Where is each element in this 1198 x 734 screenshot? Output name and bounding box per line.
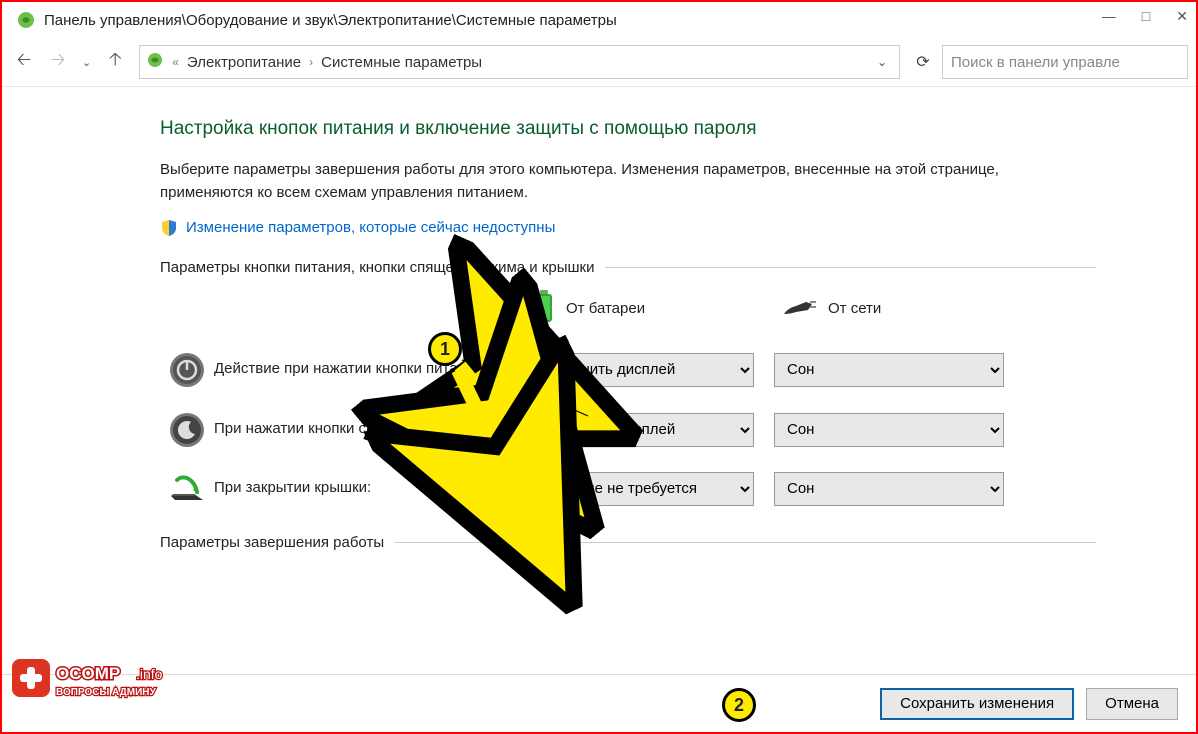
app-icon xyxy=(16,10,36,30)
sleep-plugged-select[interactable]: Сон xyxy=(774,413,1004,447)
close-button[interactable]: ✕ xyxy=(1176,8,1188,25)
col-header-battery: От батареи xyxy=(524,290,774,328)
power-button-icon xyxy=(160,352,214,388)
content-area: Настройка кнопок питания и включение защ… xyxy=(2,90,1196,674)
address-dropdown[interactable]: ⌄ xyxy=(877,55,893,69)
nav-divider xyxy=(2,86,1196,87)
lid-icon xyxy=(160,474,214,504)
address-bar[interactable]: « Электропитание › Системные параметры ⌄ xyxy=(139,45,900,79)
watermark: OCOMP .info ВОПРОСЫ АДМИНУ xyxy=(12,659,192,708)
plug-icon xyxy=(782,296,818,322)
search-placeholder: Поиск в панели управле xyxy=(951,54,1120,71)
svg-text:OCOMP: OCOMP xyxy=(56,664,120,683)
window-controls: — □ ✕ xyxy=(1102,8,1188,25)
page-title: Настройка кнопок питания и включение защ… xyxy=(160,118,1096,140)
svg-text:.info: .info xyxy=(136,666,163,682)
callout-1: 1 xyxy=(428,332,462,366)
row-lid-label: При закрытии крышки: xyxy=(214,478,524,498)
callout-2: 2 xyxy=(722,688,756,722)
nav-bar: 🡠 🡢 ⌄ 🡡 « Электропитание › Системные пар… xyxy=(2,38,1196,86)
col-header-plugged: От сети xyxy=(774,296,1024,322)
lid-plugged-select[interactable]: Сон xyxy=(774,472,1004,506)
maximize-button[interactable]: □ xyxy=(1142,8,1150,25)
shield-icon xyxy=(160,219,178,237)
power-battery-select[interactable]: Отключить дисплей xyxy=(524,353,754,387)
power-plugged-select[interactable]: Сон xyxy=(774,353,1004,387)
row-power-label: Действие при нажатии кнопки питания: xyxy=(214,359,524,379)
recent-dropdown[interactable]: ⌄ xyxy=(78,56,95,69)
change-unavailable-link[interactable]: Изменение параметров, которые сейчас нед… xyxy=(186,219,555,236)
breadcrumb-item-power[interactable]: Электропитание xyxy=(187,54,301,71)
app-icon-small xyxy=(146,51,164,73)
group-buttons-lid: Параметры кнопки питания, кнопки спящего… xyxy=(160,259,1096,276)
battery-icon xyxy=(532,290,556,328)
lid-battery-select[interactable]: Действие не требуется xyxy=(524,472,754,506)
settings-grid: От батареи От сети Действие при нажатии … xyxy=(160,290,1096,506)
group-shutdown: Параметры завершения работы xyxy=(160,534,1096,551)
forward-button[interactable]: 🡢 xyxy=(44,47,72,77)
breadcrumb-sep: › xyxy=(309,55,313,69)
window-title: Панель управления\Оборудование и звук\Эл… xyxy=(44,12,617,29)
back-button[interactable]: 🡠 xyxy=(10,47,38,77)
sleep-battery-select[interactable]: Отключить дисплей xyxy=(524,413,754,447)
sleep-button-icon xyxy=(160,412,214,448)
save-button[interactable]: Сохранить изменения xyxy=(880,688,1074,720)
breadcrumb-prefix: « xyxy=(172,55,179,69)
cancel-button[interactable]: Отмена xyxy=(1086,688,1178,720)
refresh-button[interactable]: ⟳ xyxy=(910,52,936,72)
up-button[interactable]: 🡡 xyxy=(101,47,129,77)
minimize-button[interactable]: — xyxy=(1102,8,1116,25)
breadcrumb-item-system[interactable]: Системные параметры xyxy=(321,54,482,71)
row-sleep-label: При нажатии кнопки сна: xyxy=(214,419,524,439)
search-input[interactable]: Поиск в панели управле xyxy=(942,45,1188,79)
page-description: Выберите параметры завершения работы для… xyxy=(160,158,1060,205)
svg-text:ВОПРОСЫ АДМИНУ: ВОПРОСЫ АДМИНУ xyxy=(56,687,157,698)
title-bar: Панель управления\Оборудование и звук\Эл… xyxy=(2,2,1196,38)
